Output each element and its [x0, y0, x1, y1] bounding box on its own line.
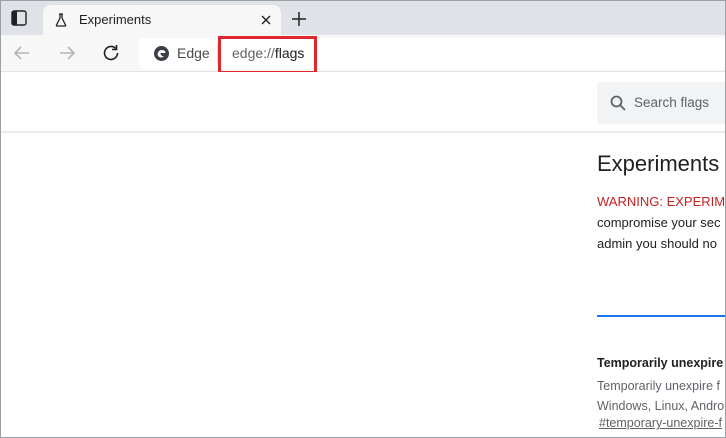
flask-icon — [53, 12, 69, 28]
experiment-title: Temporarily unexpire M — [597, 356, 726, 370]
page-title: Experiments — [597, 151, 720, 176]
experiment-desc-line-1: Temporarily unexpire f — [597, 379, 720, 393]
close-icon[interactable] — [259, 13, 273, 27]
warning-text: WARNING: EXPERIM compromise your sec adm… — [597, 191, 726, 254]
forward-button[interactable] — [55, 41, 79, 65]
warning-prefix: WARNING: EXPERIM — [597, 194, 726, 209]
arrow-left-icon — [13, 46, 29, 60]
back-button[interactable] — [10, 41, 34, 65]
address-separator — [217, 44, 218, 63]
tab-strip: Experiments — [1, 1, 725, 35]
arrow-right-icon — [60, 46, 76, 60]
edge-logo-icon — [153, 45, 170, 62]
url-scheme: edge:// — [232, 45, 275, 61]
address-bar[interactable]: Edge edge://flags — [139, 38, 725, 69]
new-tab-button[interactable] — [289, 9, 309, 29]
search-icon — [609, 94, 627, 112]
search-placeholder: Search flags — [634, 95, 710, 110]
warning-line-3: admin you should no — [597, 236, 717, 251]
tab-title: Experiments — [79, 12, 152, 27]
tab-experiments[interactable]: Experiments — [43, 5, 281, 35]
experiment-link[interactable]: #temporary-unexpire-f — [599, 416, 722, 430]
search-flags-input[interactable]: Search flags — [597, 82, 725, 124]
experiment-desc-line-2: Windows, Linux, Andro — [597, 399, 725, 413]
browser-window: Experiments Edge edge://flags Search fla… — [0, 0, 726, 438]
tab-actions-icon[interactable] — [9, 8, 29, 28]
tab-underline — [597, 315, 725, 317]
url-text[interactable]: edge://flags — [232, 45, 304, 61]
edge-brand-label: Edge — [177, 45, 210, 61]
refresh-button[interactable] — [99, 41, 123, 65]
flags-content: Experiments WARNING: EXPERIM compromise … — [597, 133, 726, 437]
flags-header: Search flags — [1, 72, 725, 133]
experiment-description: Temporarily unexpire f Windows, Linux, A… — [597, 376, 724, 416]
plus-icon — [292, 12, 306, 26]
url-path: flags — [274, 45, 305, 61]
refresh-icon — [103, 45, 119, 61]
warning-line-2: compromise your sec — [597, 215, 721, 230]
toolbar: Edge edge://flags — [1, 35, 725, 72]
